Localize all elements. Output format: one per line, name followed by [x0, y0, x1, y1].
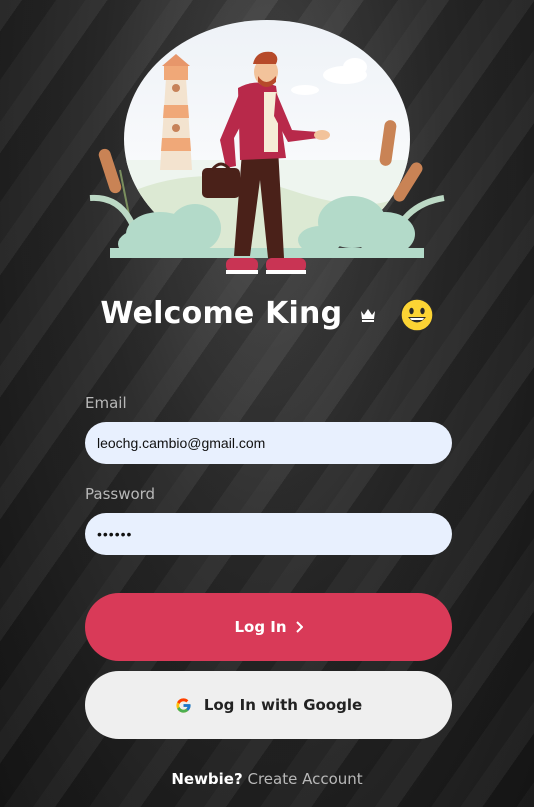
hero-illustration [89, 20, 445, 274]
newbie-text: Newbie? [171, 770, 243, 788]
login-button[interactable]: Log In [85, 593, 452, 661]
email-label: Email [85, 394, 127, 412]
login-button-label: Log In [234, 618, 287, 636]
google-button-label: Log In with Google [203, 696, 363, 714]
signup-prompt: Newbie? Create Account [0, 770, 534, 788]
chevron-right-icon [295, 621, 303, 633]
password-label: Password [85, 485, 156, 503]
email-field[interactable] [85, 422, 452, 464]
google-icon [176, 697, 191, 713]
create-account-link[interactable]: Create Account [247, 770, 362, 788]
page-title: Welcome King [0, 296, 534, 332]
title-text: Welcome King [100, 296, 343, 331]
lighthouse [160, 54, 192, 170]
crown-icon [360, 308, 375, 322]
password-field[interactable] [85, 513, 452, 555]
google-login-button[interactable]: Log In with Google [85, 671, 452, 739]
grinning-face-icon [399, 297, 434, 332]
